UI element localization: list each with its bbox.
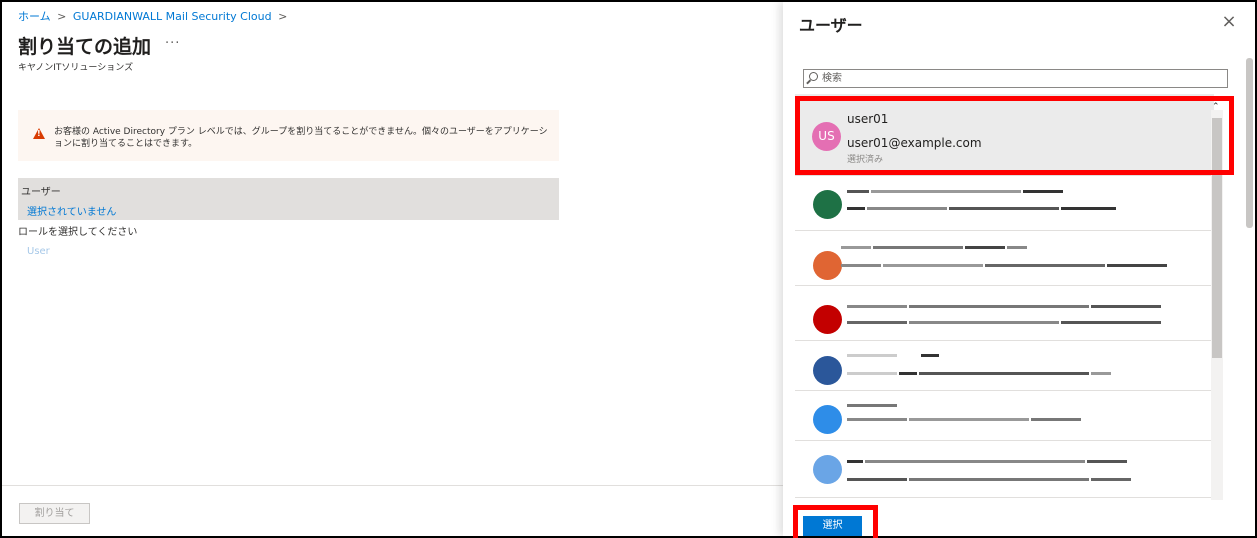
- avatar: [813, 455, 842, 484]
- warning-banner: お客様の Active Directory プラン レベルでは、グループを割り当…: [18, 110, 559, 161]
- user-selection-row[interactable]: ユーザー 選択されていません: [18, 178, 559, 220]
- redacted-text: [847, 345, 941, 365]
- search-icon: [809, 72, 818, 81]
- search-input[interactable]: [822, 71, 1222, 86]
- breadcrumb-separator: >: [57, 10, 67, 23]
- main-pane: ホーム > GUARDIANWALL Mail Security Cloud >…: [2, 2, 783, 536]
- avatar: [813, 356, 842, 385]
- list-item[interactable]: [795, 286, 1214, 341]
- avatar: [813, 305, 842, 334]
- redacted-text: [847, 198, 1118, 218]
- redacted-text: [841, 237, 1029, 257]
- avatar: [813, 251, 842, 280]
- list-item[interactable]: [795, 341, 1214, 391]
- redacted-text: [847, 469, 1133, 489]
- breadcrumb-home[interactable]: ホーム: [18, 10, 51, 23]
- breadcrumb-app[interactable]: GUARDIANWALL Mail Security Cloud: [73, 10, 272, 23]
- page-title: 割り当ての追加: [18, 36, 152, 58]
- redacted-text: [847, 409, 1083, 429]
- highlight-box-selected-user: [795, 96, 1234, 175]
- warning-icon: [33, 128, 45, 139]
- role-label: ロールを選択してください: [18, 227, 138, 238]
- page-subtitle: キヤノンITソリューションズ: [18, 63, 134, 73]
- redacted-text: [847, 451, 1129, 471]
- close-icon[interactable]: ×: [1217, 10, 1241, 34]
- highlight-box-select-button: [793, 505, 878, 538]
- list-item[interactable]: [795, 176, 1214, 231]
- avatar: [813, 405, 842, 434]
- footer-divider: [2, 485, 783, 486]
- redacted-text: [847, 363, 1113, 383]
- role-value-link[interactable]: User: [27, 246, 50, 257]
- avatar: [813, 190, 842, 219]
- assign-button[interactable]: 割り当て: [19, 503, 90, 524]
- breadcrumb: ホーム > GUARDIANWALL Mail Security Cloud >: [18, 8, 290, 24]
- list-item[interactable]: [795, 231, 1214, 286]
- list-item[interactable]: [795, 441, 1214, 498]
- user-value-link[interactable]: 選択されていません: [27, 203, 116, 218]
- panel-title: ユーザー: [799, 16, 863, 35]
- list-item[interactable]: [795, 391, 1214, 441]
- user-label: ユーザー: [21, 187, 61, 198]
- warning-text: お客様の Active Directory プラン レベルでは、グループを割り当…: [54, 127, 548, 149]
- more-icon[interactable]: ···: [165, 36, 180, 51]
- redacted-text: [847, 312, 1163, 332]
- panel-scrollbar-thumb[interactable]: [1246, 58, 1253, 228]
- redacted-text: [841, 255, 1169, 275]
- users-panel: ユーザー × US user01 user01@example.com 選択済み: [783, 2, 1255, 536]
- search-box[interactable]: [803, 69, 1228, 88]
- breadcrumb-separator: >: [278, 10, 288, 23]
